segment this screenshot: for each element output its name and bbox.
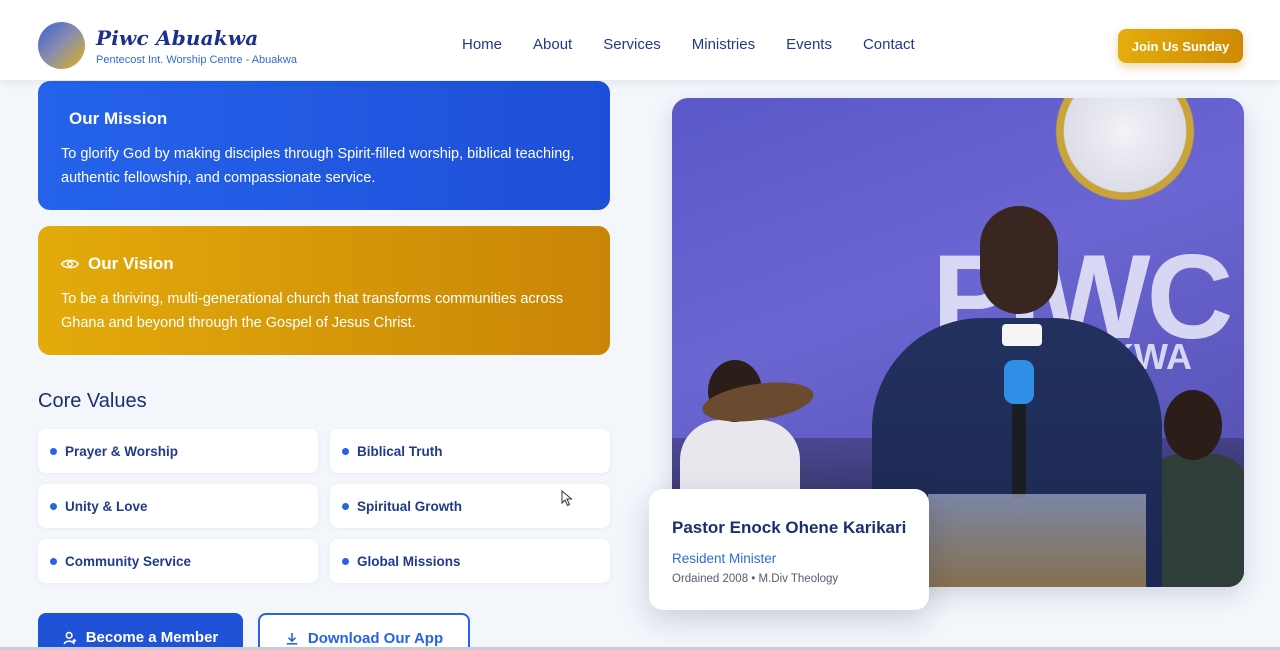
- nav-home[interactable]: Home: [462, 36, 502, 53]
- become-member-label: Become a Member: [85, 629, 219, 646]
- download-app-label: Download Our App: [307, 630, 444, 647]
- mouse-cursor-icon: [561, 490, 573, 507]
- musician-head: [1164, 390, 1222, 460]
- brand-subtitle: Pentecost Int. Worship Centre - Abuakwa: [96, 54, 297, 66]
- vision-card: Our Vision To be a thriving, multi-gener…: [38, 226, 610, 355]
- podium: [928, 494, 1146, 587]
- value-unity-love: Unity & Love: [38, 484, 318, 528]
- nav-about[interactable]: About: [533, 36, 572, 53]
- pastor-name: Pastor Enock Ohene Karikari: [672, 518, 907, 537]
- mission-title: Our Mission: [69, 109, 168, 128]
- value-label: Global Missions: [357, 553, 461, 569]
- nav-services[interactable]: Services: [603, 36, 661, 53]
- pastor-role: Resident Minister: [672, 551, 777, 566]
- value-global-missions: Global Missions: [330, 539, 610, 583]
- brand-name[interactable]: Piwc Abuakwa: [96, 26, 258, 50]
- microphone-icon: [1004, 360, 1034, 404]
- clerical-collar: [1002, 324, 1042, 346]
- bullet-dot: [342, 557, 349, 565]
- join-us-sunday-button[interactable]: Join Us Sunday: [1118, 29, 1243, 63]
- bullet-dot: [342, 502, 349, 510]
- vision-title: Our Vision: [88, 254, 174, 273]
- value-label: Community Service: [65, 553, 192, 569]
- bullet-dot: [50, 502, 57, 510]
- value-label: Biblical Truth: [357, 443, 443, 459]
- nav-events[interactable]: Events: [786, 36, 832, 53]
- church-logo[interactable]: [38, 22, 85, 69]
- bullet-dot: [50, 447, 57, 455]
- download-app-button[interactable]: Download Our App: [258, 613, 470, 650]
- nav-contact[interactable]: Contact: [863, 36, 915, 53]
- value-prayer-worship: Prayer & Worship: [38, 429, 318, 473]
- bullet-dot: [50, 557, 57, 565]
- value-community-service: Community Service: [38, 539, 318, 583]
- vision-text: To be a thriving, multi-generational chu…: [61, 291, 564, 331]
- site-header: Piwc Abuakwa Pentecost Int. Worship Cent…: [0, 0, 1280, 80]
- church-seal-logo: [1046, 98, 1204, 208]
- pastor-head: [980, 206, 1058, 314]
- mission-card: Our Mission To glorify God by making dis…: [38, 81, 610, 210]
- main-nav: Home About Services Ministries Events Co…: [462, 36, 946, 53]
- value-label: Unity & Love: [65, 498, 148, 514]
- value-label: Prayer & Worship: [65, 443, 179, 459]
- value-label: Spiritual Growth: [357, 498, 463, 514]
- download-icon: [286, 632, 298, 645]
- become-member-button[interactable]: Become a Member: [38, 613, 243, 650]
- pastor-credentials: Ordained 2008 • M.Div Theology: [672, 573, 839, 585]
- bullet-dot: [342, 447, 349, 455]
- vision-heading: Our Vision: [61, 254, 174, 274]
- nav-ministries[interactable]: Ministries: [692, 36, 755, 53]
- mission-text: To glorify God by making disciples throu…: [61, 146, 575, 186]
- user-plus-icon: [63, 631, 76, 645]
- pastor-info-card: Pastor Enock Ohene Karikari Resident Min…: [649, 489, 929, 610]
- microphone-handle: [1012, 398, 1026, 498]
- value-biblical-truth: Biblical Truth: [330, 429, 610, 473]
- core-values-title: Core Values: [38, 390, 147, 412]
- eye-icon: [61, 259, 79, 269]
